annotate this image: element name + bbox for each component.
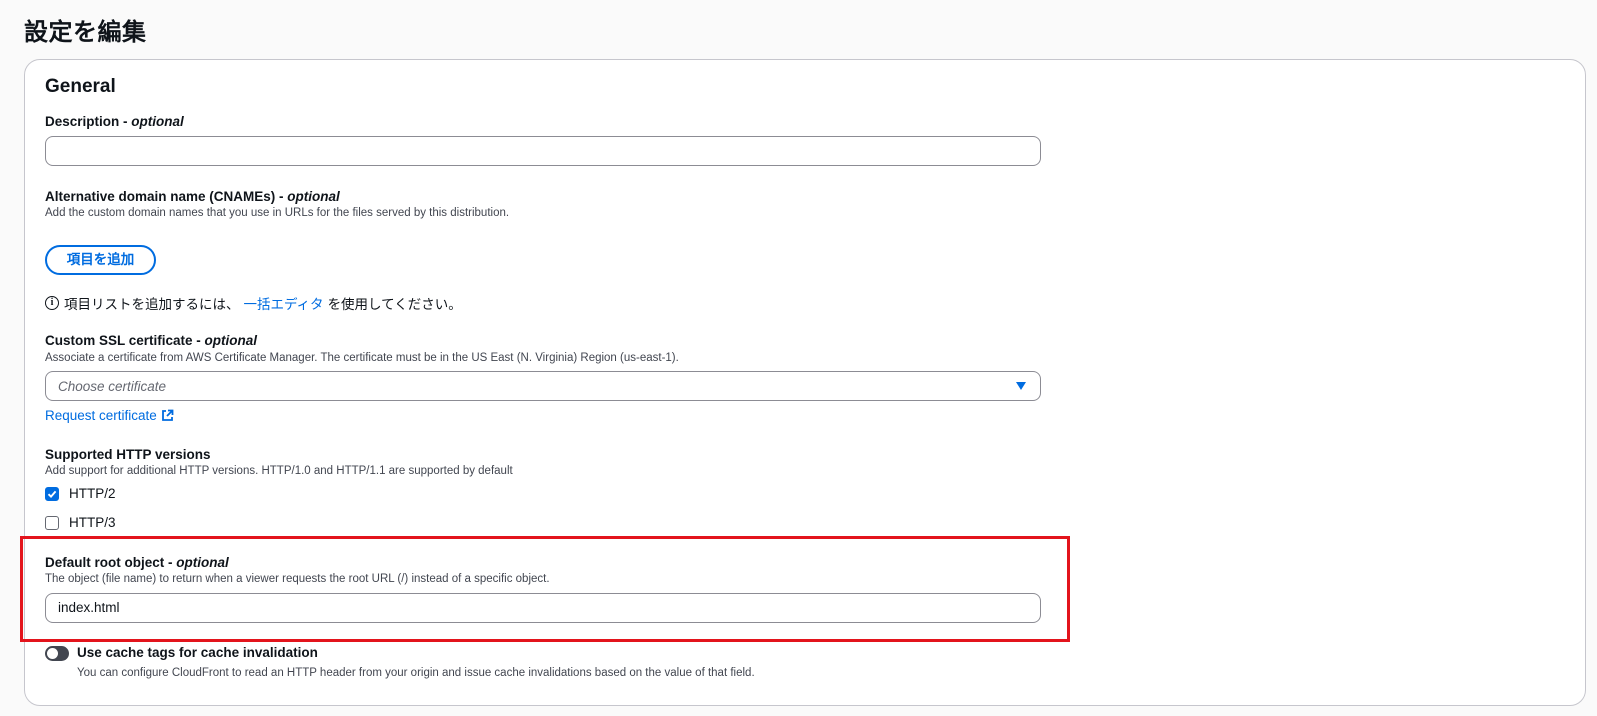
add-item-button[interactable]: 項目を追加 xyxy=(45,245,156,275)
http3-option[interactable]: HTTP/3 xyxy=(45,515,116,530)
ssl-description: Associate a certificate from AWS Certifi… xyxy=(45,352,679,364)
http3-label: HTTP/3 xyxy=(69,515,116,530)
page-title: 設定を編集 xyxy=(24,19,147,46)
cnames-label: Alternative domain name (CNAMEs) - optio… xyxy=(45,189,340,204)
checkmark-icon xyxy=(47,490,57,498)
http3-checkbox[interactable] xyxy=(45,515,59,530)
certificate-select[interactable]: Choose certificate xyxy=(45,371,1041,401)
http2-label: HTTP/2 xyxy=(69,486,116,501)
http2-option[interactable]: HTTP/2 xyxy=(45,486,116,501)
external-link-icon xyxy=(161,409,174,421)
http2-checkbox[interactable] xyxy=(45,486,59,501)
bulk-editor-link[interactable]: 一括エディタ xyxy=(244,293,324,313)
bulk-editor-hint: i 項目リストを追加するには、 一括エディタ を使用してください。 xyxy=(45,293,462,313)
certificate-placeholder: Choose certificate xyxy=(58,379,167,394)
cache-tags-toggle[interactable] xyxy=(45,646,69,661)
cnames-description: Add the custom domain names that you use… xyxy=(45,207,510,219)
caret-down-icon xyxy=(1016,382,1026,390)
section-title: General xyxy=(45,76,116,97)
description-label: Description - optional xyxy=(45,114,184,129)
toggle-knob xyxy=(47,648,58,659)
description-input[interactable] xyxy=(45,136,1041,166)
request-certificate-link[interactable]: Request certificate xyxy=(45,408,174,423)
info-icon: i xyxy=(45,296,59,310)
cache-tags-description: You can configure CloudFront to read an … xyxy=(77,667,755,679)
highlight-box xyxy=(20,536,1070,642)
ssl-label: Custom SSL certificate - optional xyxy=(45,333,258,348)
http-versions-label: Supported HTTP versions xyxy=(45,447,211,462)
cache-tags-label: Use cache tags for cache invalidation xyxy=(77,645,318,660)
http-versions-description: Add support for additional HTTP versions… xyxy=(45,465,513,477)
